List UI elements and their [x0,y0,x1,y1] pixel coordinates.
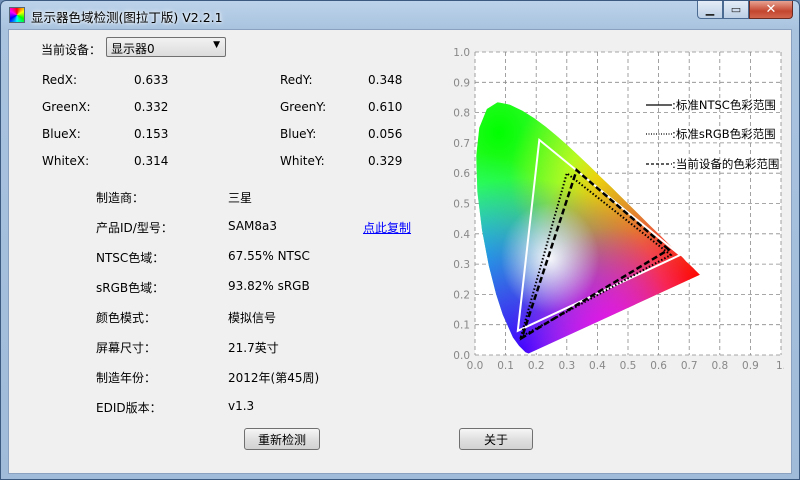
minimize-button[interactable]: ▁ [697,1,723,19]
y-tick-label: 0.7 [453,138,470,150]
white-x-value: 0.314 [134,154,169,168]
y-tick-label: 0.3 [453,259,470,271]
product-id-value: SAM8a3 [228,219,278,233]
blue-y-label: BlueY: [280,127,317,141]
product-id-label: 产品ID/型号： [96,221,173,235]
edid-version-value: v1.3 [228,399,255,413]
legend-label: :当前设备的色彩范围 [672,157,779,171]
x-tick-label: 0.9 [742,360,759,372]
manufacture-year-value: 2012年(第45周) [228,371,320,385]
main-panel: 当前设备： 显示器0 ▼ RedX: 0.633 RedY: 0.348 Gre… [8,29,792,474]
blue-x-label: BlueX: [42,127,81,141]
close-button[interactable]: ✕ [749,1,793,19]
cie-chromaticity-chart: 0.00.10.20.30.40.50.60.70.80.91.0.00.10.… [453,47,784,372]
chevron-down-icon: ▼ [213,40,220,50]
screen-size-label: 屏幕尺寸： [96,341,157,355]
about-button[interactable]: 关于 [459,428,533,450]
y-tick-label: 0.8 [453,108,470,120]
y-tick-label: 0.0 [453,350,470,362]
y-tick-label: 0.9 [453,77,470,89]
x-tick-label: 0.2 [528,360,545,372]
legend-label: :标准NTSC色彩范围 [672,98,776,112]
y-tick-label: 0.5 [453,199,470,211]
caption-buttons: ▁ ▭ ✕ [697,1,793,20]
device-select[interactable]: 显示器0 ▼ [106,37,226,57]
manufacturer-label: 制造商： [96,191,145,205]
ntsc-gamut-label: NTSC色域： [96,251,165,265]
x-tick-label: 0.6 [650,360,667,372]
legend-label: :标准sRGB色彩范围 [672,127,776,141]
red-y-label: RedY: [280,73,313,87]
maximize-button[interactable]: ▭ [723,1,749,19]
redetect-button[interactable]: 重新检测 [244,428,320,450]
device-label: 当前设备： [41,43,102,57]
screen-size-value: 21.7英寸 [228,341,279,355]
red-x-label: RedX: [42,73,78,87]
x-tick-label: 0.1 [497,360,514,372]
x-tick-label: 0.5 [620,360,637,372]
red-x-value: 0.633 [134,73,169,87]
green-x-value: 0.332 [134,100,169,114]
manufacturer-value: 三星 [228,191,253,205]
green-y-value: 0.610 [368,100,403,114]
srgb-gamut-value: 93.82% sRGB [228,279,310,293]
white-x-label: WhiteX: [42,154,90,168]
window-title: 显示器色域检测(图拉丁版) V2.2.1 [31,10,223,25]
color-mode-label: 颜色模式： [96,311,157,325]
white-y-label: WhiteY: [280,154,325,168]
x-tick-label: 0.8 [711,360,728,372]
title-bar[interactable]: 显示器色域检测(图拉丁版) V2.2.1 ▁ ▭ ✕ [1,1,799,29]
copy-link[interactable]: 点此复制 [363,219,411,236]
edid-version-label: EDID版本： [96,401,162,415]
x-tick-label: 0.3 [558,360,575,372]
srgb-gamut-label: sRGB色域： [96,281,165,295]
device-select-value: 显示器0 [111,42,155,56]
y-tick-label: 0.1 [453,320,470,332]
manufacture-year-label: 制造年份： [96,371,157,385]
maximize-icon: ▭ [730,3,742,16]
x-tick-label: 0.4 [589,360,606,372]
white-y-value: 0.329 [368,154,403,168]
blue-y-value: 0.056 [368,127,403,141]
y-tick-label: 1.0 [453,47,470,59]
y-tick-label: 0.4 [453,229,470,241]
app-window: 显示器色域检测(图拉丁版) V2.2.1 ▁ ▭ ✕ 当前设备： 显示器0 ▼ … [0,0,800,480]
red-y-value: 0.348 [368,73,403,87]
y-tick-label: 0.2 [453,289,470,301]
green-y-label: GreenY: [280,100,327,114]
minimize-icon: ▁ [705,3,715,16]
y-tick-label: 0.6 [453,168,470,180]
app-icon [9,7,25,23]
close-icon: ✕ [765,2,777,17]
ntsc-gamut-value: 67.55% NTSC [228,249,310,263]
color-mode-value: 模拟信号 [228,311,277,325]
blue-x-value: 0.153 [134,127,169,141]
x-tick-label: 1. [776,360,784,372]
green-x-label: GreenX: [42,100,91,114]
x-tick-label: 0.7 [681,360,698,372]
